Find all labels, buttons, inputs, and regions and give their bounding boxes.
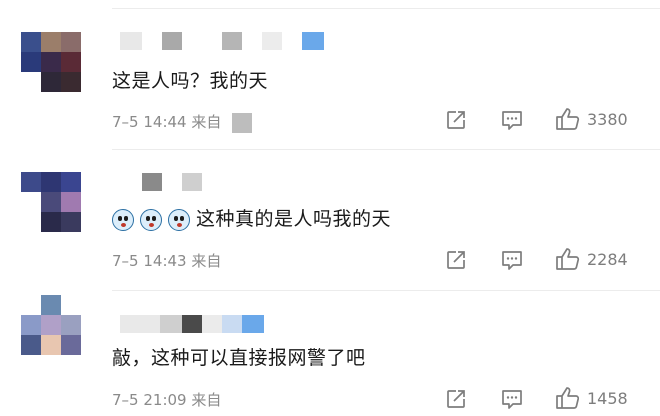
like-count: 3380 <box>587 109 628 129</box>
shocked-face-icon <box>168 208 190 231</box>
thumbs-up-icon <box>556 387 580 409</box>
thumbs-up-icon <box>556 248 580 270</box>
comment-text: 这种真的是人吗我的天 <box>196 208 392 230</box>
source-label: 来自 <box>191 113 222 131</box>
comment-meta: 7–5 14:43 来自 <box>112 250 221 271</box>
comment-time: 7–5 21:09 <box>112 391 187 409</box>
comment-text: 敲，这种可以直接报网警了吧 <box>112 347 366 369</box>
avatar[interactable] <box>21 295 81 355</box>
reply-icon <box>502 390 522 409</box>
comment-text: 这是人吗？我的天 <box>112 70 269 92</box>
share-icon <box>447 251 465 269</box>
shocked-face-icon <box>140 208 162 231</box>
comment-text-row: 这种真的是人吗我的天 <box>112 204 391 231</box>
like-button[interactable]: 2284 <box>555 247 628 271</box>
share-button[interactable] <box>445 109 467 131</box>
divider <box>112 290 660 291</box>
source-label: 来自 <box>191 252 222 270</box>
share-button[interactable] <box>445 388 467 410</box>
share-icon <box>447 111 465 129</box>
emoji-group <box>112 208 190 231</box>
reply-icon <box>502 111 522 130</box>
divider <box>112 8 660 9</box>
thumbs-up-icon <box>556 108 580 130</box>
reply-icon <box>502 251 522 270</box>
share-button[interactable] <box>445 249 467 271</box>
reply-button[interactable] <box>500 388 524 410</box>
source-obscured <box>232 112 253 133</box>
like-count: 2284 <box>587 249 628 269</box>
source-label: 来自 <box>191 391 222 409</box>
reply-button[interactable] <box>500 109 524 131</box>
comment-time: 7–5 14:43 <box>112 252 187 270</box>
divider <box>112 149 660 150</box>
share-icon <box>447 390 465 408</box>
like-button[interactable]: 1458 <box>555 386 628 410</box>
shocked-face-icon <box>112 208 134 231</box>
comment-meta: 7–5 21:09 来自 <box>112 389 221 410</box>
reply-button[interactable] <box>500 249 524 271</box>
comment-meta: 7–5 14:44 来自 <box>112 111 253 133</box>
avatar[interactable] <box>21 172 81 232</box>
like-button[interactable]: 3380 <box>555 107 628 131</box>
like-count: 1458 <box>587 388 628 408</box>
avatar[interactable] <box>21 32 81 92</box>
comment-time: 7–5 14:44 <box>112 113 187 131</box>
